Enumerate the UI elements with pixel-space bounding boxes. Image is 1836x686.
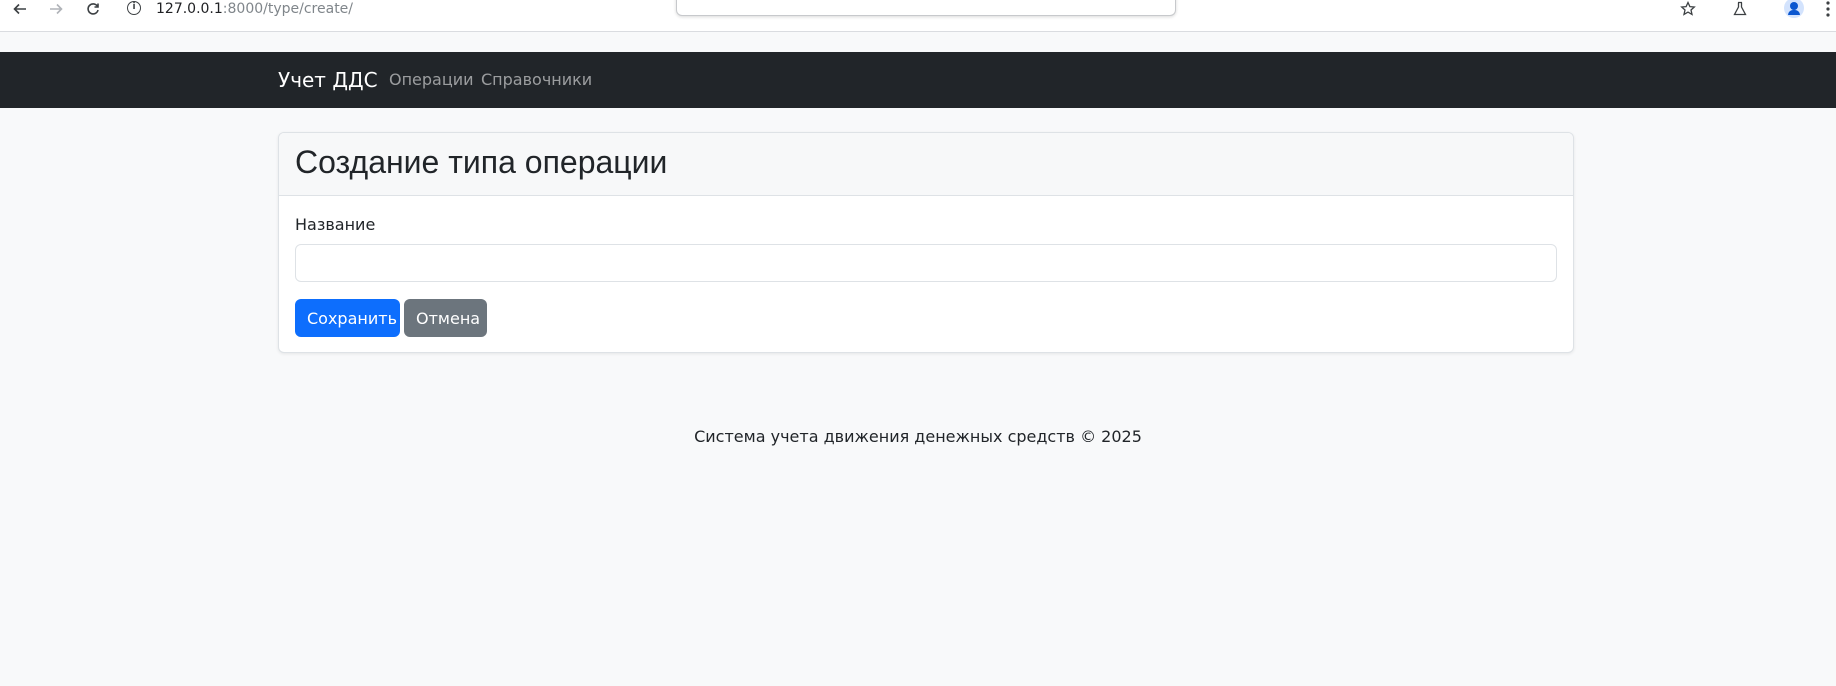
name-field-label: Название	[295, 215, 376, 234]
reload-icon[interactable]	[81, 0, 105, 18]
nav-link-directories[interactable]: Справочники	[481, 52, 592, 108]
url-path: :8000/type/create/	[222, 1, 354, 17]
cancel-button[interactable]: Отмена	[404, 299, 487, 337]
name-input[interactable]	[295, 244, 1557, 282]
footer-text: Система учета движения денежных средств …	[694, 427, 1142, 446]
url-host: 127.0.0.1	[156, 1, 223, 17]
forward-arrow-icon[interactable]	[44, 0, 68, 18]
nav-link-operations[interactable]: Операции	[389, 52, 474, 108]
create-type-card: Создание типа операции Название Сохранит…	[278, 132, 1574, 353]
site-info-icon[interactable]: i	[127, 1, 141, 15]
labs-flask-icon[interactable]	[1728, 0, 1752, 18]
card-header: Создание типа операции	[279, 133, 1573, 196]
back-arrow-icon[interactable]	[8, 0, 32, 18]
navbar-brand[interactable]: Учет ДДС	[278, 52, 378, 108]
omnibox-dropdown	[676, 0, 1176, 16]
save-button[interactable]: Сохранить	[295, 299, 400, 337]
more-menu-icon[interactable]	[1820, 0, 1836, 18]
top-navbar: Учет ДДС Операции Справочники	[0, 52, 1836, 108]
profile-icon[interactable]	[1784, 0, 1804, 18]
url-bar[interactable]: 127.0.0.1:8000/type/create/	[156, 0, 353, 18]
page-title: Создание типа операции	[295, 144, 668, 180]
browser-toolbar: i 127.0.0.1:8000/type/create/	[0, 0, 1836, 32]
bookmark-star-icon[interactable]	[1676, 0, 1700, 18]
